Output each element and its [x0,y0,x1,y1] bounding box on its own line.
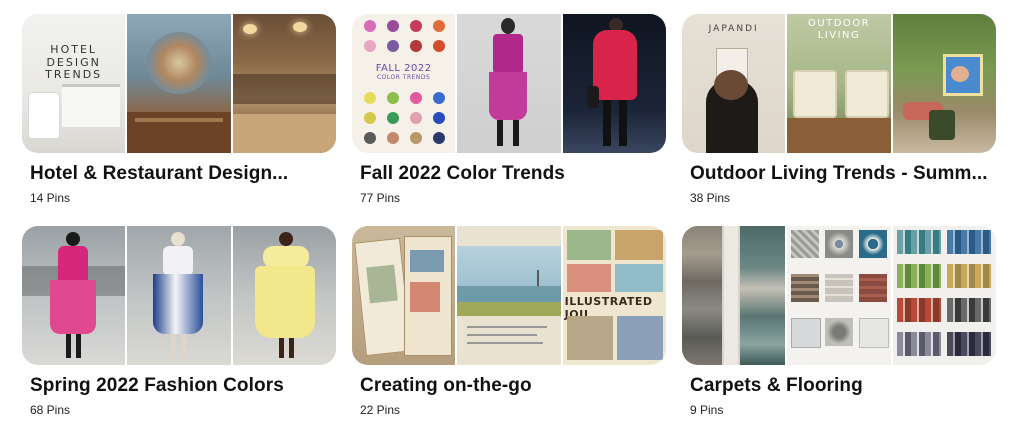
board-image-color-palette: FALL 2022 COLOR TRENDS [352,14,456,153]
board-cover-text: FALL 2022 [375,63,432,74]
board-image-japandi-wall: JAPANDI [682,14,786,153]
board-hotel-restaurant-design[interactable]: HOTEL DESIGN TRENDS Hotel & Restaurant D… [22,14,336,205]
board-pin-count: 77 Pins [360,191,401,205]
board-image-magenta-suit-model [457,14,561,153]
board-pin-count: 9 Pins [690,403,724,417]
board-image-mosaic-swatches [892,226,996,365]
board-cover-text: JAPANDI [708,24,759,34]
board-cover[interactable] [682,226,996,365]
board-cover[interactable]: ILLUSTRATED JOU [352,226,666,365]
board-image-pink-dress-model [22,226,126,365]
board-title: Hotel & Restaurant Design... [30,163,289,184]
board-pin-count: 38 Pins [690,191,731,205]
board-image-red-coat-model [562,14,666,153]
board-image-outdoor-mugs: OUTDOOR LIVING [787,14,891,153]
board-image-restaurant-interior [232,14,336,153]
board-cover[interactable]: FALL 2022 COLOR TRENDS [352,14,666,153]
board-image-yellow-dress-model [232,226,336,365]
board-title: Fall 2022 Color Trends [360,163,565,184]
board-image-hotel-room: HOTEL DESIGN TRENDS [22,14,126,153]
board-cover[interactable] [22,226,336,365]
board-image-tile-samples [787,226,891,365]
board-image-patio-garden [892,14,996,153]
board-cover[interactable]: JAPANDI OUTDOOR LIVING [682,14,996,153]
board-image-restaurant-mural [127,14,231,153]
board-title: Outdoor Living Trends - Summ... [690,163,988,184]
board-pin-count: 14 Pins [30,191,71,205]
board-title: Spring 2022 Fashion Colors [30,375,284,396]
board-title: Carpets & Flooring [690,375,863,396]
board-carpets-flooring[interactable]: Carpets & Flooring 9 Pins [682,226,996,417]
board-pin-count: 68 Pins [30,403,71,417]
board-image-sketchbook-journal [352,226,456,365]
board-title: Creating on-the-go [360,375,532,396]
board-outdoor-living-trends[interactable]: JAPANDI OUTDOOR LIVING Outdoor Living Tr… [682,14,996,205]
board-cover-text: HOTEL DESIGN TRENDS [45,43,103,82]
board-cover-subtext: COLOR TRENDS [376,74,431,81]
board-fall-2022-color-trends[interactable]: FALL 2022 COLOR TRENDS Fall 2022 Color T… [352,14,666,205]
board-image-carpet-samples [682,226,786,365]
board-creating-on-the-go[interactable]: ILLUSTRATED JOU Creating on-the-go 22 Pi… [352,226,666,417]
board-cover-text-2: OUTDOOR LIVING [807,18,871,41]
board-spring-2022-fashion-colors[interactable]: Spring 2022 Fashion Colors 68 Pins [22,226,336,417]
board-image-illustrated-journal: ILLUSTRATED JOU [562,226,666,365]
board-image-blue-white-dress-model [127,226,231,365]
board-cover[interactable]: HOTEL DESIGN TRENDS [22,14,336,153]
board-pin-count: 22 Pins [360,403,401,417]
board-image-watercolor-landscape [457,226,561,365]
